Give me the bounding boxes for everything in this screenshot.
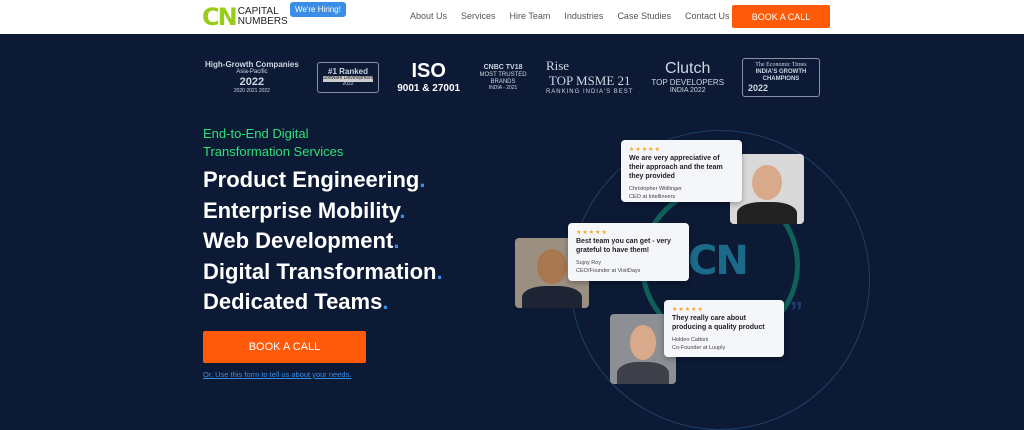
headline: Dedicated Teams. — [203, 289, 389, 314]
book-call-header-button[interactable]: BOOK A CALL — [732, 5, 830, 28]
award-iso: ISO 9001 & 27001 — [397, 60, 461, 95]
main-nav: About Us Services Hire Team Industries C… — [410, 11, 730, 21]
logo-line2: NUMBERS — [237, 16, 288, 27]
award-g2: #1 Ranked Software Development 2022 — [316, 62, 380, 93]
headline: Product Engineering. — [203, 167, 426, 192]
awards-row: High-Growth Companies Asia-Pacific 2022 202… — [205, 50, 820, 105]
logo[interactable]: CN CAPITAL NUMBERS — [202, 3, 288, 31]
site-header: CN CAPITAL NUMBERS We're Hiring! About Us… — [0, 0, 1024, 34]
headline: Web Development. — [203, 228, 400, 253]
nav-hire-team[interactable]: Hire Team — [510, 11, 551, 21]
book-call-button[interactable]: BOOK A CALL — [203, 331, 366, 363]
award-et-rise: Rise TOP MSME 21 RANKING INDIA'S BEST — [545, 58, 634, 95]
nav-case-studies[interactable]: Case Studies — [617, 11, 671, 21]
award-cnbc: CNBC TV18 MOST TRUSTED BRANDS INDIA - 2021 — [479, 63, 527, 91]
cn-mark: CN — [688, 238, 749, 284]
award-clutch: Clutch TOP DEVELOPERS INDIA 2022 — [651, 59, 725, 95]
award-et-growth: The Economic Times INDIA'S GROWTH CHAMPIO… — [741, 57, 820, 97]
nav-industries[interactable]: Industries — [564, 11, 603, 21]
logo-mark: CN — [202, 3, 238, 31]
headline: Digital Transformation. — [203, 258, 443, 284]
form-link[interactable]: Or, Use this form to tell us about your … — [203, 370, 351, 379]
award-ft: High-Growth Companies Asia-Pacific 2022 202… — [205, 60, 299, 94]
nav-services[interactable]: Services — [461, 11, 496, 21]
hero-headlines: Product Engineering. Enterprise Mobility… — [203, 165, 443, 318]
testimonial-card: ★★★★★ Best team you can get - very gratef… — [568, 223, 689, 281]
testimonial-card: ★★★★★ We are very appreciative of their a… — [621, 140, 742, 202]
quote-icon: ” — [790, 296, 803, 326]
hiring-badge[interactable]: We're Hiring! — [290, 2, 346, 17]
nav-about[interactable]: About Us — [410, 11, 447, 21]
nav-contact[interactable]: Contact Us — [685, 11, 730, 21]
testimonial-card: ★★★★★ They really care about producing a … — [664, 300, 784, 357]
hero-subtitle: End-to-End Digital Transformation Service… — [203, 126, 344, 159]
headline: Enterprise Mobility. — [203, 197, 406, 223]
